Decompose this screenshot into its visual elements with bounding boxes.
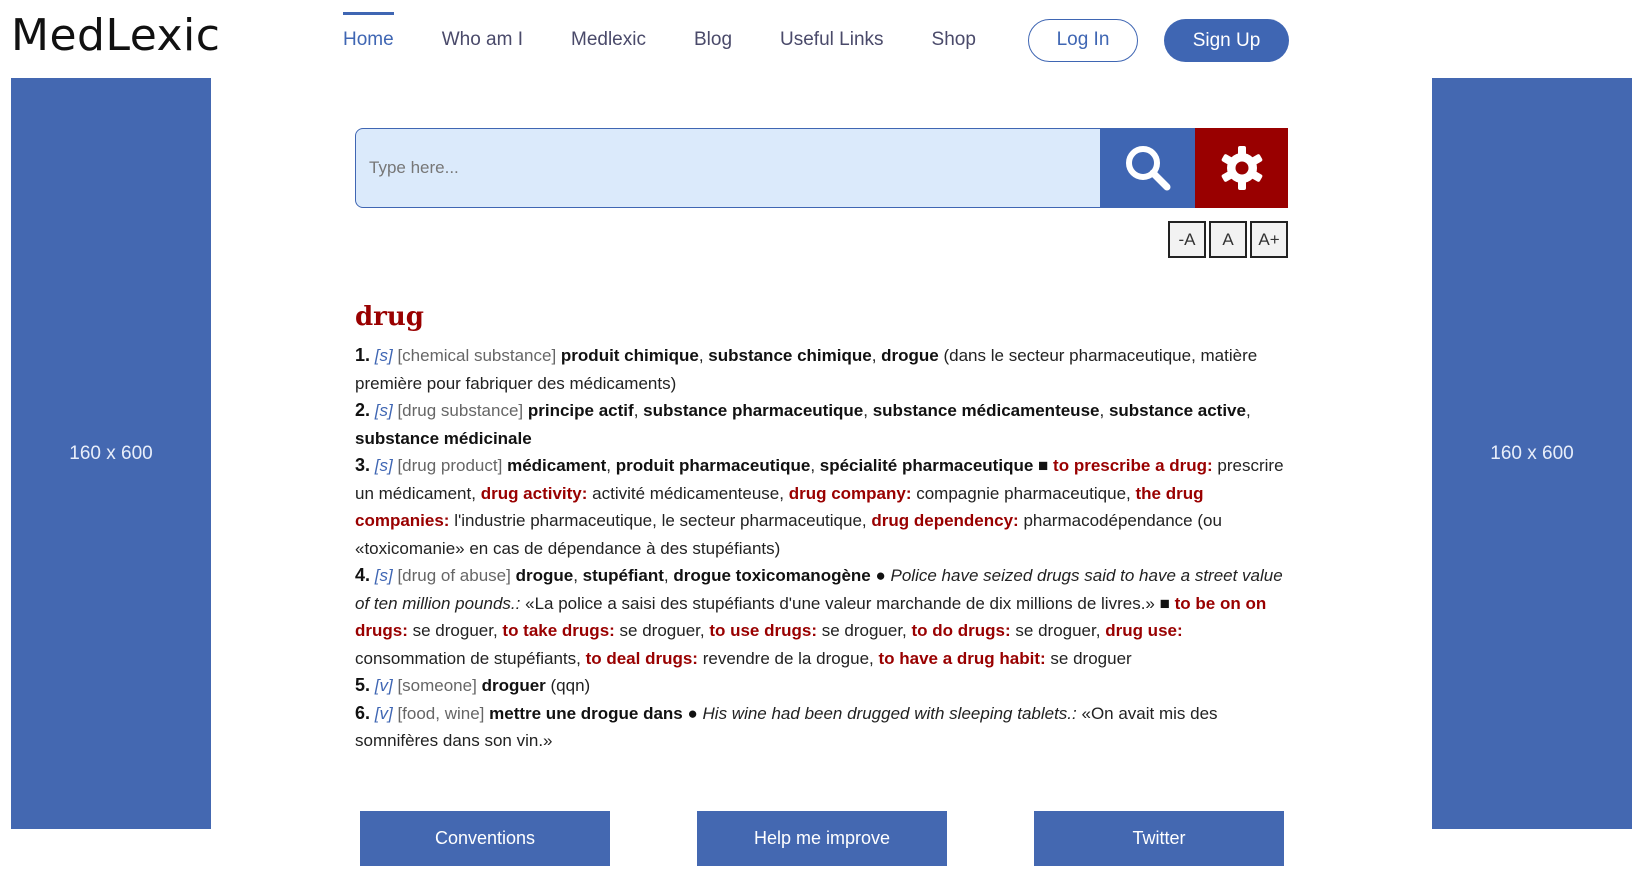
font-size-controls: -A A A+	[1168, 221, 1291, 258]
example-separator-dot: ●	[687, 703, 698, 723]
font-decrease-button[interactable]: -A	[1168, 221, 1206, 258]
sense-number: 2.	[355, 400, 371, 420]
sense-context: [drug substance]	[397, 401, 524, 420]
sense-2: 2. [s] [drug substance] principe actif, …	[355, 400, 1251, 448]
sense-context: [drug product]	[397, 456, 503, 475]
phrase: to do drugs:	[911, 621, 1011, 640]
phrase-translation: consommation de stupéfiants,	[355, 648, 586, 668]
translation: droguer	[481, 676, 546, 695]
nav-home[interactable]: Home	[343, 0, 394, 80]
sense-context: [drug of abuse]	[397, 566, 511, 585]
translation: substance active	[1108, 401, 1246, 420]
dictionary-entry: drug 1. [s] [chemical substance] produit…	[355, 302, 1290, 755]
phrase: to deal drugs:	[585, 648, 698, 668]
part-of-speech[interactable]: [v]	[375, 676, 393, 695]
sense-number: 5.	[355, 675, 371, 695]
search-button[interactable]	[1101, 128, 1195, 208]
phrase-translation: se droguer,	[407, 621, 503, 640]
translation: mettre une drogue dans	[489, 703, 683, 723]
phrase-translation: se droguer,	[1010, 621, 1106, 640]
translation: médicament	[507, 456, 607, 475]
ad-banner-right[interactable]: 160 x 600	[1432, 78, 1632, 829]
part-of-speech[interactable]: [v]	[375, 704, 393, 723]
part-of-speech[interactable]: [s]	[375, 346, 393, 365]
sense-1: 1. [s] [chemical substance] produit chim…	[355, 345, 1258, 393]
translation: drogue	[881, 346, 939, 365]
translation: drogue	[515, 566, 574, 585]
translation: substance chimique	[708, 346, 872, 365]
sense-context: [food, wine]	[397, 703, 485, 723]
login-button[interactable]: Log In	[1028, 19, 1138, 62]
nav-medlexic[interactable]: Medlexic	[571, 0, 646, 80]
translation: produit pharmaceutique	[615, 456, 811, 475]
phrase: to have a drug habit:	[878, 648, 1046, 668]
sense-number: 3.	[355, 455, 371, 475]
sense-context: [chemical substance]	[397, 346, 557, 365]
sense-number: 1.	[355, 345, 371, 365]
settings-button[interactable]	[1195, 128, 1288, 208]
search-icon	[1126, 146, 1171, 191]
phrase-translation: activité médicamenteuse,	[587, 483, 789, 503]
translation: substance médicinale	[355, 428, 532, 448]
phrase: to use drugs:	[709, 621, 817, 640]
phrase-translation: compagnie pharmaceutique,	[911, 483, 1136, 503]
phrase-separator-square: ■	[1038, 456, 1049, 475]
gear-icon	[1221, 146, 1262, 190]
phrase: to prescribe a drug:	[1053, 456, 1213, 475]
translation: produit chimique	[560, 346, 699, 365]
sense-5: 5. [v] [someone] droguer (qqn)	[355, 672, 1290, 700]
phrase-translation: se droguer,	[817, 621, 912, 640]
twitter-button[interactable]: Twitter	[1034, 811, 1284, 866]
nav-blog[interactable]: Blog	[694, 0, 732, 80]
headword: drug	[355, 302, 424, 332]
usage-note: (qqn)	[545, 676, 591, 695]
translation: stupéfiant	[582, 566, 664, 585]
font-increase-button[interactable]: A+	[1250, 221, 1288, 258]
site-logo[interactable]: MedLexic	[11, 10, 220, 61]
signup-button[interactable]: Sign Up	[1164, 19, 1289, 62]
translation: spécialité pharmaceutique	[819, 456, 1034, 475]
conventions-button[interactable]: Conventions	[360, 811, 610, 866]
nav-shop[interactable]: Shop	[932, 0, 976, 80]
main-nav: Home Who am I Medlexic Blog Useful Links…	[343, 0, 1024, 80]
part-of-speech[interactable]: [s]	[375, 456, 393, 475]
sense-number: 6.	[355, 702, 371, 723]
phrase-translation: l'industrie pharmaceutique, le secteur p…	[449, 511, 872, 530]
phrase: drug dependency:	[871, 511, 1019, 530]
part-of-speech[interactable]: [s]	[375, 566, 393, 585]
nav-who-am-i[interactable]: Who am I	[442, 0, 523, 80]
nav-useful-links[interactable]: Useful Links	[780, 0, 884, 80]
sense-number: 4.	[355, 565, 371, 585]
phrase-translation: revendre de la drogue,	[697, 648, 879, 668]
example-translation: «La police a saisi des stupéfiants d'une…	[520, 593, 1160, 613]
translation: principe actif	[527, 401, 634, 420]
sense-6: 6. [v] [food, wine] mettre une drogue da…	[355, 700, 1290, 755]
sense-3: 3. [s] [drug product] médicament, produi…	[355, 455, 1284, 558]
phrase-translation: se droguer	[1045, 648, 1132, 668]
ad-banner-left[interactable]: 160 x 600	[11, 78, 211, 829]
help-me-improve-button[interactable]: Help me improve	[697, 811, 947, 866]
translation: substance pharmaceutique	[643, 401, 864, 420]
translation: substance médicamenteuse	[872, 401, 1100, 420]
search-bar	[355, 128, 1288, 208]
translation: drogue toxicomanogène	[673, 566, 871, 585]
font-reset-button[interactable]: A	[1209, 221, 1247, 258]
sense-context: [someone]	[397, 676, 477, 695]
phrase: drug use:	[1105, 621, 1183, 640]
phrase-separator-square: ■	[1159, 593, 1170, 613]
phrase: drug activity:	[480, 483, 588, 503]
phrase-translation: se droguer,	[614, 621, 710, 640]
sense-4: 4. [s] [drug of abuse] drogue, stupéfian…	[355, 565, 1283, 668]
part-of-speech[interactable]: [s]	[375, 401, 393, 420]
search-input[interactable]	[355, 128, 1101, 208]
phrase: drug company:	[788, 483, 912, 503]
example-separator-dot: ●	[875, 566, 886, 585]
example-sentence: His wine had been drugged with sleeping …	[702, 703, 1077, 723]
phrase: to take drugs:	[502, 621, 615, 640]
